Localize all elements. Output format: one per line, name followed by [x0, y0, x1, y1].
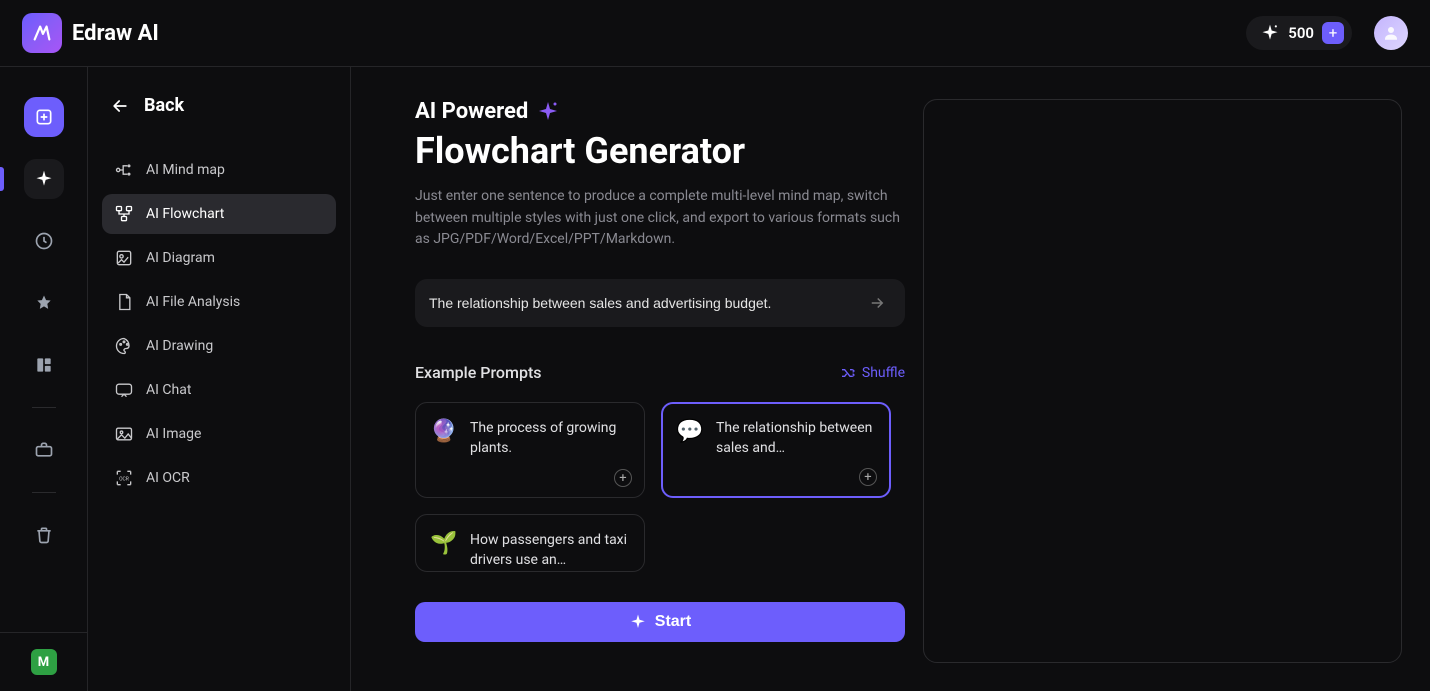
sidebar: Back AI Mind map AI Flowchart AI Diagram… — [88, 67, 351, 691]
sidebar-item-label: AI Mind map — [146, 162, 225, 178]
card-emoji: 🔮 — [430, 419, 458, 447]
palette-icon — [114, 336, 134, 356]
shuffle-icon — [840, 365, 856, 381]
sidebar-item-label: AI File Analysis — [146, 294, 240, 310]
back-button[interactable]: Back — [102, 95, 336, 150]
shuffle-label: Shuffle — [862, 365, 905, 381]
rail-templates[interactable] — [24, 345, 64, 385]
ocr-icon: OCR — [114, 468, 134, 488]
arrow-left-icon — [110, 96, 130, 116]
sidebar-item-ocr[interactable]: OCR AI OCR — [102, 458, 336, 498]
example-card[interactable]: 💬 The relationship between sales and… + — [661, 402, 891, 498]
sidebar-item-image[interactable]: AI Image — [102, 414, 336, 454]
add-credits-button[interactable]: + — [1322, 22, 1344, 44]
sidebar-item-drawing[interactable]: AI Drawing — [102, 326, 336, 366]
rail-separator — [32, 407, 56, 408]
header-actions: 500 + — [1246, 16, 1408, 50]
rail-trash[interactable] — [24, 515, 64, 555]
sparkle-icon — [629, 613, 647, 631]
back-label: Back — [144, 95, 184, 116]
card-text: How passengers and taxi drivers use an… — [470, 531, 630, 570]
credit-count: 500 — [1288, 24, 1314, 42]
rail-create[interactable] — [24, 97, 64, 137]
rail-ai[interactable] — [24, 159, 64, 199]
sidebar-item-label: AI Flowchart — [146, 206, 224, 222]
sparkle-icon — [1260, 23, 1280, 43]
card-add-button[interactable]: + — [614, 469, 632, 487]
file-icon — [114, 292, 134, 312]
svg-text:OCR: OCR — [119, 477, 129, 483]
sidebar-item-flowchart[interactable]: AI Flowchart — [102, 194, 336, 234]
preview-panel — [923, 99, 1402, 663]
card-emoji: 💬 — [676, 419, 704, 447]
chat-icon — [114, 380, 134, 400]
start-button[interactable]: Start — [415, 602, 905, 642]
shuffle-button[interactable]: Shuffle — [840, 365, 905, 381]
prompt-input[interactable] — [429, 295, 863, 311]
sidebar-item-label: AI Drawing — [146, 338, 213, 354]
prompt-box — [415, 279, 905, 327]
example-card[interactable]: 🔮 The process of growing plants. + — [415, 402, 645, 498]
avatar[interactable] — [1374, 16, 1408, 50]
sidebar-item-label: AI Diagram — [146, 250, 215, 266]
workspace-badge[interactable]: M — [31, 649, 57, 675]
user-icon — [1382, 24, 1400, 42]
arrow-right-icon — [868, 294, 886, 312]
mindmap-icon — [114, 160, 134, 180]
example-card[interactable]: 🌱 How passengers and taxi drivers use an… — [415, 514, 645, 572]
content: AI Powered Flowchart Generator Just ente… — [351, 67, 1430, 691]
example-header: Example Prompts Shuffle — [415, 363, 905, 382]
sidebar-item-label: AI Chat — [146, 382, 191, 398]
nav-rail: M — [0, 67, 88, 691]
card-add-button[interactable]: + — [859, 468, 877, 486]
submit-prompt-button[interactable] — [863, 289, 891, 317]
page-title: Flowchart Generator — [415, 130, 905, 172]
sidebar-item-mindmap[interactable]: AI Mind map — [102, 150, 336, 190]
generator-panel: AI Powered Flowchart Generator Just ente… — [415, 99, 905, 663]
overline-text: AI Powered — [415, 99, 528, 124]
card-emoji: 🌱 — [430, 531, 458, 559]
example-cards: 🔮 The process of growing plants. + 💬 The… — [415, 402, 905, 572]
sidebar-item-label: AI Image — [146, 426, 201, 442]
rail-footer: M — [0, 632, 87, 691]
rail-favorites[interactable] — [24, 283, 64, 323]
credits-pill[interactable]: 500 + — [1246, 16, 1352, 50]
brand-logo — [22, 13, 62, 53]
main-area: M Back AI Mind map AI Flowchart AI Diagr… — [0, 67, 1430, 691]
brand-name: Edraw AI — [72, 21, 159, 46]
logo-icon — [31, 22, 53, 44]
rail-recent[interactable] — [24, 221, 64, 261]
flowchart-icon — [114, 204, 134, 224]
start-label: Start — [655, 613, 691, 631]
brand: Edraw AI — [22, 13, 159, 53]
rail-separator-2 — [32, 492, 56, 493]
sidebar-list: AI Mind map AI Flowchart AI Diagram AI F… — [102, 150, 336, 498]
page-description: Just enter one sentence to produce a com… — [415, 186, 905, 251]
sidebar-item-label: AI OCR — [146, 470, 190, 486]
card-text: The relationship between sales and… — [716, 419, 876, 458]
sidebar-item-diagram[interactable]: AI Diagram — [102, 238, 336, 278]
example-title: Example Prompts — [415, 363, 542, 382]
app-header: Edraw AI 500 + — [0, 0, 1430, 67]
sidebar-item-file-analysis[interactable]: AI File Analysis — [102, 282, 336, 322]
sidebar-item-chat[interactable]: AI Chat — [102, 370, 336, 410]
diagram-icon — [114, 248, 134, 268]
card-text: The process of growing plants. — [470, 419, 630, 458]
image-icon — [114, 424, 134, 444]
rail-briefcase[interactable] — [24, 430, 64, 470]
sparkle-icon — [536, 100, 560, 124]
overline: AI Powered — [415, 99, 905, 124]
